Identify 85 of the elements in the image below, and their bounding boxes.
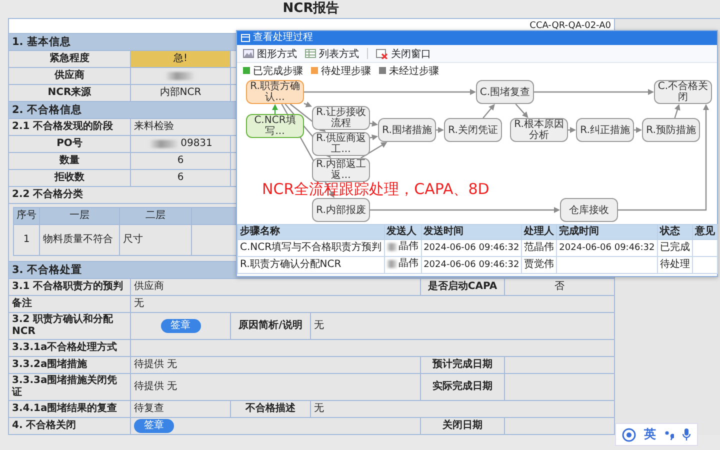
table-cell: 晶伟 bbox=[386, 241, 419, 253]
table-cell: 尺寸 bbox=[120, 225, 192, 256]
column-header: 完成时间 bbox=[556, 224, 658, 240]
dialog-title: 查看处理过程 bbox=[253, 31, 313, 45]
table-cell: 物料质量不符合 bbox=[40, 225, 120, 256]
flow-node[interactable]: R.预防措施 bbox=[642, 118, 700, 142]
field-label: 是否启动CAPA bbox=[421, 279, 505, 296]
table-cell: C.NCR填写与不合格职责方预判 bbox=[238, 240, 384, 256]
field-label: 数量 bbox=[9, 153, 131, 170]
table-cell: 1 bbox=[14, 225, 40, 256]
connector-arrow bbox=[482, 104, 495, 118]
flow-node[interactable]: R.围堵措施 bbox=[378, 118, 436, 142]
field-value: 待提供 无 bbox=[131, 374, 421, 401]
column-header: 意见 bbox=[692, 224, 718, 240]
field-value: 无 bbox=[131, 296, 615, 313]
field-label: 实际完成日期 bbox=[421, 374, 505, 401]
table-cell: 已完成 bbox=[657, 240, 692, 256]
punctuation-icon[interactable] bbox=[664, 428, 674, 440]
field-value: 无 bbox=[311, 313, 615, 340]
field-label: 原因简析/说明 bbox=[231, 313, 311, 340]
field-value: 急! bbox=[131, 51, 231, 68]
field-label: 3.3.1a不合格处理方式 bbox=[9, 340, 131, 357]
column-header: 发送人 bbox=[384, 224, 422, 240]
close-icon bbox=[376, 48, 388, 58]
column-header: 二层 bbox=[120, 208, 192, 225]
field-label: 供应商 bbox=[9, 68, 131, 85]
column-header: 状态 bbox=[657, 224, 692, 240]
field-value: 无 bbox=[311, 401, 615, 418]
table-cell: 范晶伟 bbox=[522, 240, 557, 256]
field-label: 关闭日期 bbox=[421, 418, 505, 435]
image-icon bbox=[243, 49, 254, 58]
field-label: 3.2 职责方确认和分配NCR bbox=[9, 313, 131, 340]
flow-node[interactable]: 仓库接收 bbox=[560, 198, 618, 222]
microphone-icon[interactable] bbox=[682, 428, 691, 441]
report-title: NCR报告 bbox=[282, 0, 340, 18]
flow-node[interactable]: R.根本原因分析 bbox=[510, 118, 568, 142]
field-label: 3.4.1a围堵结果的复查 bbox=[9, 401, 131, 418]
field-value: 6 bbox=[131, 170, 231, 187]
field-value: 6 bbox=[131, 153, 231, 170]
flow-node[interactable]: R.让步接收流程 bbox=[312, 106, 370, 130]
field-label: 2.1 不合格发现的阶段 bbox=[9, 119, 131, 136]
table-cell: 待处理 bbox=[657, 256, 692, 274]
field-value: 否 bbox=[505, 279, 615, 296]
flow-node[interactable]: R.纠正措施 bbox=[576, 118, 634, 142]
table-cell: 2024-06-06 09:46:32 bbox=[421, 256, 522, 274]
column-header: 处理人 bbox=[522, 224, 557, 240]
field-label: PO号 bbox=[9, 136, 131, 153]
flow-node[interactable]: R.关闭凭证 bbox=[444, 118, 502, 142]
field-label: 3.3.3a围堵措施关闭凭证 bbox=[9, 374, 131, 401]
field-value: 供应商 bbox=[131, 279, 421, 296]
column-header: 一层 bbox=[40, 208, 120, 225]
field-label: 4. 不合格关闭 bbox=[9, 418, 131, 435]
legend-label: 待处理步骤 bbox=[321, 64, 371, 78]
connector-arrow bbox=[436, 127, 444, 133]
legend-label: 已完成步骤 bbox=[253, 64, 303, 78]
flow-node[interactable]: C.NCR填写... bbox=[246, 114, 304, 138]
column-header: 发送时间 bbox=[421, 224, 522, 240]
field-value: 待提供 无 bbox=[131, 357, 421, 374]
window-icon bbox=[241, 34, 250, 42]
column-header: 序号 bbox=[14, 208, 40, 225]
table-cell: R.职责方确认分配NCR bbox=[238, 256, 384, 274]
table-icon bbox=[305, 49, 316, 58]
connector-arrow bbox=[515, 104, 528, 118]
field-label: 预计完成日期 bbox=[421, 357, 505, 374]
legend-label: 未经过步骤 bbox=[389, 64, 439, 78]
field-label: 不合格描述 bbox=[231, 401, 311, 418]
field-label: 备注 bbox=[9, 296, 131, 313]
flow-node[interactable]: C.围堵复查 bbox=[476, 80, 534, 104]
ime-logo-icon bbox=[622, 428, 636, 442]
sign-button[interactable]: 签章 bbox=[160, 319, 200, 333]
connector-arrow bbox=[272, 104, 278, 114]
table-cell: 2024-06-06 09:46:32 bbox=[421, 240, 522, 256]
field-value: 待复查 bbox=[131, 401, 231, 418]
field-label: 3.1 不合格职责方的预判 bbox=[9, 279, 131, 296]
connector-arrow bbox=[360, 142, 388, 159]
field-label: 拒收数 bbox=[9, 170, 131, 187]
sign-button[interactable]: 签章 bbox=[134, 419, 174, 433]
column-header: 步骤名称 bbox=[238, 224, 384, 240]
field-label: 3.3.2a围堵措施 bbox=[9, 357, 131, 374]
table-cell: 2024-06-06 09:46:32 bbox=[556, 240, 658, 256]
flow-node[interactable]: R.内部报废 bbox=[312, 198, 370, 222]
ime-mode[interactable]: 英 bbox=[644, 426, 656, 443]
connector-arrow bbox=[568, 127, 576, 133]
table-cell: 贾觉伟 bbox=[522, 256, 557, 274]
field-value: 09831 bbox=[131, 136, 231, 153]
